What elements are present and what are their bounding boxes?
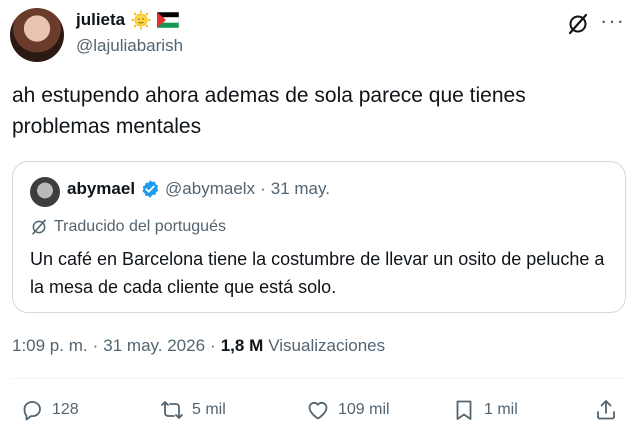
action-bar: 128 5 mil 109 mil 1 mil — [0, 398, 637, 432]
reply-button[interactable]: 128 — [20, 398, 79, 422]
author-name[interactable]: julieta — [76, 10, 125, 30]
repost-icon — [161, 401, 183, 419]
more-options-icon[interactable]: ··· — [600, 10, 625, 32]
translated-label: Traducido del portugués — [54, 218, 226, 235]
repost-count: 5 mil — [192, 401, 226, 418]
quoted-author-name[interactable]: abymael — [67, 179, 135, 199]
bookmark-button[interactable]: 1 mil — [452, 398, 518, 422]
like-button[interactable]: 109 mil — [306, 398, 390, 422]
meta-separator: · — [210, 336, 216, 355]
sun-with-face-icon — [131, 10, 151, 30]
quoted-date[interactable]: 31 may. — [271, 179, 330, 199]
like-count: 109 mil — [338, 401, 390, 418]
meta-separator: · — [92, 336, 99, 355]
grok-translate-icon — [32, 219, 46, 235]
tweet-text: ah estupendo ahora ademas de sola parece… — [12, 84, 526, 138]
palestine-flag-icon — [157, 12, 180, 28]
bookmark-icon — [456, 400, 472, 420]
avatar[interactable] — [10, 8, 64, 62]
quoted-tweet[interactable]: abymael @abymaelx · 31 may. Traducido de… — [12, 161, 626, 313]
tweet-time[interactable]: 1:09 p. m. — [12, 336, 88, 356]
views-label: Visualizaciones — [268, 336, 386, 355]
share-button[interactable] — [594, 398, 618, 422]
translated-notice: Traducido del portugués — [30, 218, 226, 236]
share-icon — [597, 400, 615, 420]
author-name-row: julieta — [76, 10, 180, 30]
reply-count: 128 — [52, 401, 79, 418]
tweet-date[interactable]: 31 may. 2026 — [103, 336, 205, 356]
verified-badge-icon — [142, 180, 159, 198]
quoted-handle[interactable]: @abymaelx — [165, 179, 255, 199]
quoted-header: abymael @abymaelx · 31 may. — [67, 179, 330, 199]
bookmark-count: 1 mil — [484, 401, 518, 418]
quoted-avatar[interactable] — [30, 177, 60, 207]
grok-icon[interactable] — [566, 12, 590, 36]
heart-icon — [308, 402, 328, 420]
reply-icon — [23, 401, 41, 421]
divider — [12, 378, 625, 379]
tweet-meta: 1:09 p. m. · 31 may. 2026 · 1,8 M Visual… — [12, 336, 385, 356]
repost-button[interactable]: 5 mil — [160, 398, 226, 422]
quoted-separator: · — [260, 179, 266, 198]
author-handle[interactable]: @lajuliabarish — [76, 36, 183, 56]
views-count: 1,8 M — [220, 336, 264, 355]
quoted-text: Un café en Barcelona tiene la costumbre … — [30, 249, 605, 297]
